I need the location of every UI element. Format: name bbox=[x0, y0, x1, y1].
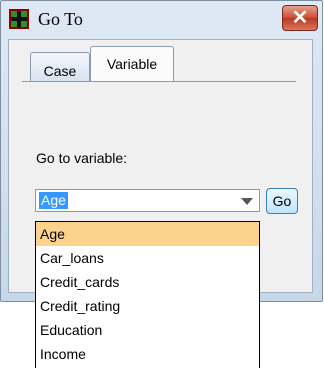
close-button[interactable]: ✕ bbox=[282, 5, 318, 31]
chevron-down-icon[interactable] bbox=[241, 198, 253, 205]
variable-combobox[interactable]: Age bbox=[35, 189, 260, 212]
list-item[interactable]: Age bbox=[36, 222, 259, 246]
app-icon bbox=[9, 9, 29, 29]
list-item[interactable]: Education bbox=[36, 318, 259, 342]
list-item[interactable]: Credit_rating bbox=[36, 294, 259, 318]
tab-case[interactable]: Case bbox=[30, 52, 90, 82]
list-item[interactable]: Income bbox=[36, 342, 259, 366]
combobox-value: Age bbox=[39, 192, 68, 209]
tab-variable[interactable]: Variable bbox=[90, 46, 174, 82]
tab-divider bbox=[22, 81, 296, 82]
list-item[interactable]: Credit_cards bbox=[36, 270, 259, 294]
title-bar[interactable]: Go To ✕ bbox=[1, 1, 322, 37]
variable-dropdown-list: Age Car_loans Credit_cards Credit_rating… bbox=[35, 221, 260, 368]
window-title: Go To bbox=[38, 9, 83, 29]
go-button[interactable]: Go bbox=[266, 188, 298, 214]
goto-variable-label: Go to variable: bbox=[36, 150, 128, 166]
list-item[interactable]: Car_loans bbox=[36, 246, 259, 270]
